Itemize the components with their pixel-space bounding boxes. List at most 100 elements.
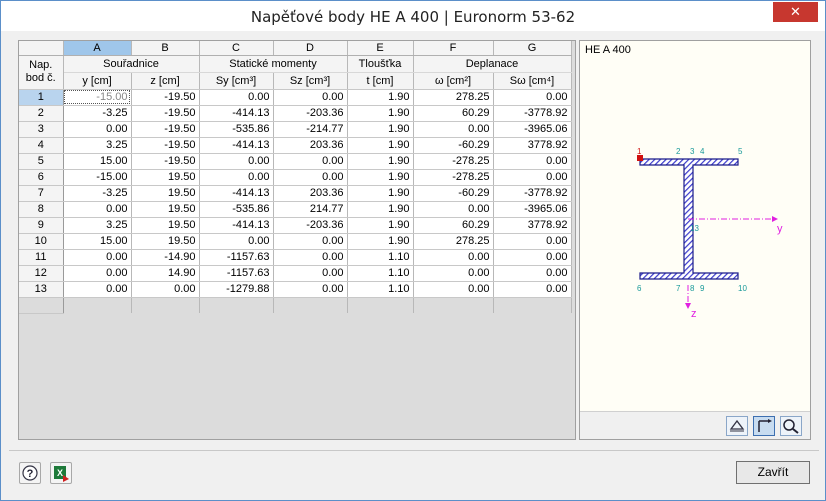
- table-cell[interactable]: 19.50: [131, 201, 200, 218]
- section-view-button[interactable]: [726, 416, 748, 436]
- table-row[interactable]: 12 0.00 14.90 -1157.63 0.00 1.10 0.00 0.00: [19, 265, 572, 282]
- table-cell[interactable]: -214.77: [273, 121, 348, 138]
- table-row[interactable]: 2 -3.25 -19.50 -414.13 -203.36 1.90 60.29 -3778…: [19, 105, 572, 122]
- row-number[interactable]: 2: [19, 105, 64, 122]
- table-cell[interactable]: 1.10: [347, 265, 414, 282]
- table-cell[interactable]: 3778.92: [493, 217, 572, 234]
- table-row[interactable]: 4 3.25 -19.50 -414.13 203.36 1.90 -60.29 3778.9…: [19, 137, 572, 154]
- row-number[interactable]: 11: [19, 249, 64, 266]
- help-button[interactable]: ?: [19, 462, 41, 484]
- table-cell[interactable]: -414.13: [199, 105, 274, 122]
- table-cell[interactable]: 0.00: [199, 153, 274, 170]
- table-cell[interactable]: -414.13: [199, 217, 274, 234]
- table-cell[interactable]: 278.25: [413, 89, 494, 106]
- table-cell[interactable]: -414.13: [199, 137, 274, 154]
- axis-view-button[interactable]: [753, 416, 775, 436]
- table-row[interactable]: 11 0.00 -14.90 -1157.63 0.00 1.10 0.00 0.00: [19, 249, 572, 266]
- table-cell[interactable]: 19.50: [131, 217, 200, 234]
- table-cell[interactable]: 0.00: [131, 281, 200, 298]
- table-cell[interactable]: 60.29: [413, 105, 494, 122]
- table-row[interactable]: 3 0.00 -19.50 -535.86 -214.77 1.90 0.00 -3965.0…: [19, 121, 572, 138]
- table-cell[interactable]: -14.90: [131, 249, 200, 266]
- table-cell[interactable]: -3.25: [63, 185, 132, 202]
- table-row[interactable]: 10 15.00 19.50 0.00 0.00 1.90 278.25 0.00: [19, 233, 572, 250]
- table-cell[interactable]: 1.90: [347, 201, 414, 218]
- table-cell[interactable]: 203.36: [273, 185, 348, 202]
- column-letter[interactable]: F: [413, 41, 494, 56]
- table-cell[interactable]: 15.00: [63, 153, 132, 170]
- table-cell[interactable]: 1.90: [347, 233, 414, 250]
- table-cell[interactable]: 0.00: [493, 89, 572, 106]
- table-cell[interactable]: -60.29: [413, 185, 494, 202]
- row-number[interactable]: 3: [19, 121, 64, 138]
- row-number[interactable]: 4: [19, 137, 64, 154]
- table-cell[interactable]: 214.77: [273, 201, 348, 218]
- table-cell[interactable]: -1157.63: [199, 265, 274, 282]
- window-close-button[interactable]: ✕: [773, 2, 818, 22]
- table-cell[interactable]: -278.25: [413, 153, 494, 170]
- table-cell[interactable]: -1279.88: [199, 281, 274, 298]
- table-cell[interactable]: 0.00: [493, 249, 572, 266]
- table-cell[interactable]: -19.50: [131, 121, 200, 138]
- corner-cell[interactable]: [19, 41, 64, 56]
- table-cell[interactable]: 0.00: [273, 281, 348, 298]
- table-cell[interactable]: 0.00: [413, 281, 494, 298]
- table-cell[interactable]: -3778.92: [493, 185, 572, 202]
- table-cell[interactable]: 0.00: [273, 169, 348, 186]
- table-cell[interactable]: 0.00: [493, 233, 572, 250]
- table-cell[interactable]: 0.00: [63, 201, 132, 218]
- table-cell[interactable]: 0.00: [63, 249, 132, 266]
- table-cell[interactable]: -19.50: [131, 89, 200, 106]
- table-cell[interactable]: 0.00: [199, 89, 274, 106]
- column-letter[interactable]: G: [493, 41, 572, 56]
- table-row[interactable]: 1 -15.00 -19.50 0.00 0.00 1.90 278.25 0.00: [19, 89, 572, 106]
- row-number[interactable]: 7: [19, 185, 64, 202]
- table-cell[interactable]: 0.00: [273, 265, 348, 282]
- table-row[interactable]: 9 3.25 19.50 -414.13 -203.36 1.90 60.29 3778.92: [19, 217, 572, 234]
- table-cell[interactable]: 1.90: [347, 121, 414, 138]
- close-dialog-button[interactable]: Zavřít: [736, 461, 810, 484]
- table-cell[interactable]: 0.00: [273, 233, 348, 250]
- section-preview[interactable]: HE A 400 y z 1 2 3 4 5 6 7 8 9 10 13: [579, 40, 811, 440]
- table-cell[interactable]: 19.50: [131, 185, 200, 202]
- table-cell[interactable]: 0.00: [273, 249, 348, 266]
- table-cell[interactable]: 19.50: [131, 169, 200, 186]
- table-cell[interactable]: -3965.06: [493, 201, 572, 218]
- table-row[interactable]: 13 0.00 0.00 -1279.88 0.00 1.10 0.00 0.00: [19, 281, 572, 298]
- row-number[interactable]: 5: [19, 153, 64, 170]
- table-cell[interactable]: 0.00: [413, 121, 494, 138]
- excel-export-button[interactable]: X: [50, 462, 72, 484]
- column-letter[interactable]: A: [63, 41, 132, 56]
- table-cell[interactable]: -19.50: [131, 153, 200, 170]
- table-cell[interactable]: 15.00: [63, 233, 132, 250]
- row-number[interactable]: 8: [19, 201, 64, 218]
- zoom-reset-button[interactable]: [780, 416, 802, 436]
- table-cell[interactable]: 3.25: [63, 217, 132, 234]
- table-cell[interactable]: -3965.06: [493, 121, 572, 138]
- table-cell[interactable]: 1.10: [347, 249, 414, 266]
- table-cell[interactable]: 278.25: [413, 233, 494, 250]
- table-cell[interactable]: 0.00: [63, 121, 132, 138]
- table-cell[interactable]: 1.90: [347, 89, 414, 106]
- table-cell[interactable]: 19.50: [131, 233, 200, 250]
- table-row[interactable]: 7 -3.25 19.50 -414.13 203.36 1.90 -60.29 -3778.…: [19, 185, 572, 202]
- table-cell[interactable]: 0.00: [199, 233, 274, 250]
- row-number[interactable]: 9: [19, 217, 64, 234]
- table-cell[interactable]: 0.00: [199, 169, 274, 186]
- table-cell[interactable]: -1157.63: [199, 249, 274, 266]
- column-letter[interactable]: D: [273, 41, 348, 56]
- row-number[interactable]: 13: [19, 281, 64, 298]
- column-letter[interactable]: C: [199, 41, 274, 56]
- row-number[interactable]: 1: [19, 89, 64, 106]
- table-cell[interactable]: 0.00: [63, 281, 132, 298]
- row-number[interactable]: 12: [19, 265, 64, 282]
- table-cell[interactable]: -203.36: [273, 217, 348, 234]
- table-row[interactable]: 8 0.00 19.50 -535.86 214.77 1.90 0.00 -3965.06: [19, 201, 572, 218]
- column-letter[interactable]: B: [131, 41, 200, 56]
- row-number[interactable]: 6: [19, 169, 64, 186]
- table-cell[interactable]: -203.36: [273, 105, 348, 122]
- table-cell[interactable]: 3.25: [63, 137, 132, 154]
- row-number[interactable]: 10: [19, 233, 64, 250]
- table-cell[interactable]: -535.86: [199, 201, 274, 218]
- table-cell[interactable]: 3778.92: [493, 137, 572, 154]
